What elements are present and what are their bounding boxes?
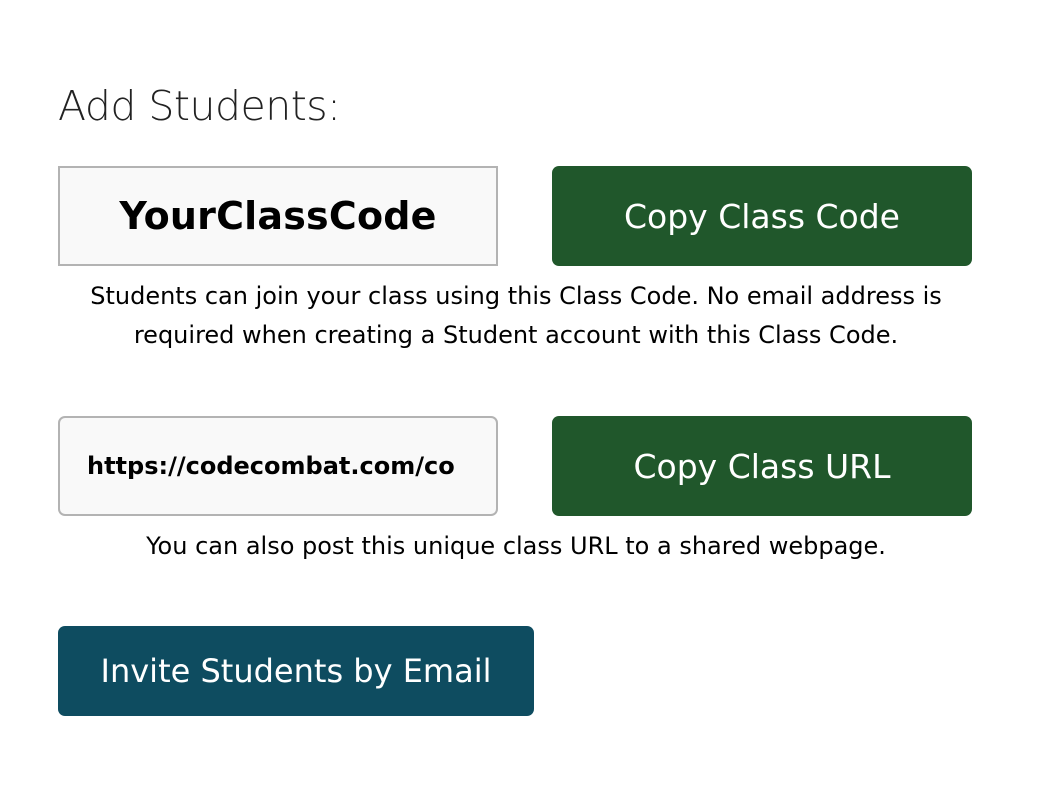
copy-class-code-button[interactable]: Copy Class Code — [552, 166, 972, 266]
invite-students-by-email-button[interactable]: Invite Students by Email — [58, 626, 534, 716]
class-code-field[interactable]: YourClassCode — [58, 166, 498, 266]
page-title: Add Students: — [58, 82, 341, 130]
class-code-help-text: Students can join your class using this … — [90, 282, 942, 349]
class-url-help-text: You can also post this unique class URL … — [146, 532, 886, 560]
class-url-field[interactable]: https://codecombat.com/co — [58, 416, 498, 516]
copy-class-url-button[interactable]: Copy Class URL — [552, 416, 972, 516]
